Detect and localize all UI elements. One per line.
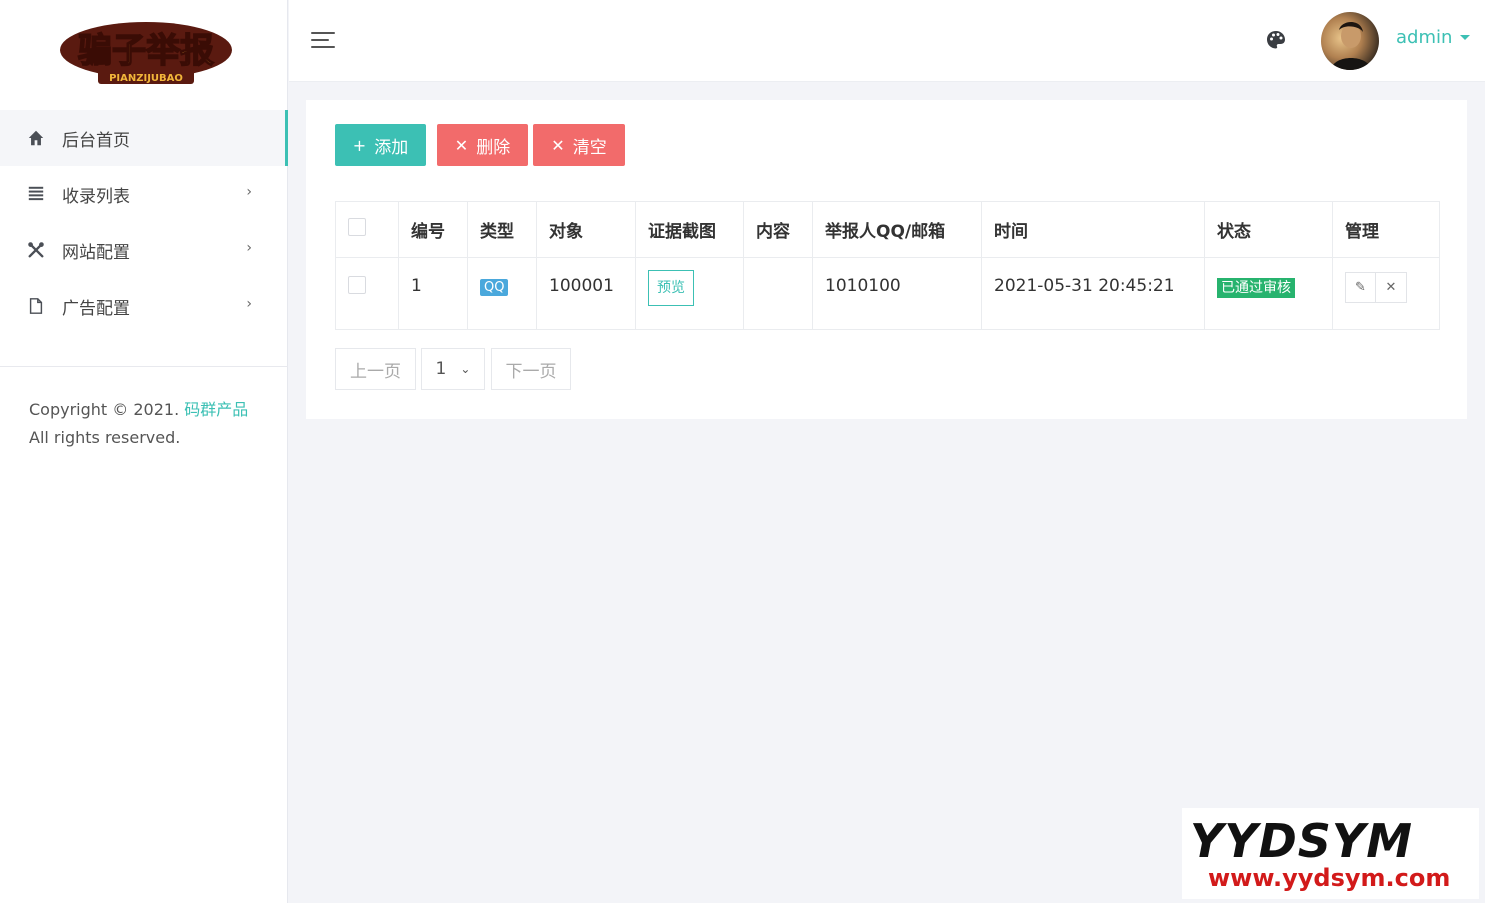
column-header-reporter[interactable]: 举报人QQ/邮箱 xyxy=(812,201,982,258)
chevron-right-icon: › xyxy=(246,184,252,200)
copyright-prefix: Copyright © 2021. xyxy=(29,400,180,419)
report-table: 编号 类型 对象 证据截图 内容 举报人QQ/邮箱 时间 状态 管理 1 QQ … xyxy=(335,201,1440,330)
hamburger-icon[interactable] xyxy=(311,30,337,50)
logo-image: 骗子举报 PIANZIJUBAO xyxy=(60,22,232,84)
avatar[interactable] xyxy=(1321,12,1379,70)
sidebar-item-label: 网站配置 xyxy=(62,242,130,263)
preview-button[interactable]: 预览 xyxy=(648,270,694,306)
clear-button-label: 清空 xyxy=(572,137,607,158)
chevron-right-icon: › xyxy=(246,240,252,256)
tools-icon xyxy=(26,240,46,260)
status-badge: 已通过审核 xyxy=(1217,278,1295,298)
column-header-type[interactable]: 类型 xyxy=(467,201,537,258)
close-icon: ✕ xyxy=(454,135,469,155)
chevron-right-icon: › xyxy=(246,296,252,312)
sidebar-item-label: 后台首页 xyxy=(62,130,130,151)
sidebar-item-label: 广告配置 xyxy=(62,298,130,319)
cell-time: 2021-05-31 20:45:21 xyxy=(981,257,1205,330)
row-checkbox[interactable] xyxy=(348,276,366,294)
sidebar: 骗子举报 PIANZIJUBAO 后台首页 收录列表 › 网站配置 › 广告配置… xyxy=(0,0,288,903)
cell-target: 100001 xyxy=(536,257,636,330)
caret-down-icon xyxy=(1460,35,1471,40)
column-header-evidence[interactable]: 证据截图 xyxy=(635,201,744,258)
sidebar-item-home[interactable]: 后台首页 xyxy=(0,110,288,166)
next-page-button[interactable]: 下一页 xyxy=(491,348,571,390)
add-button-label: 添加 xyxy=(374,137,409,158)
column-header-manage: 管理 xyxy=(1332,201,1440,258)
cell-content xyxy=(743,257,813,330)
watermark: YYDSYM www.yydsym.com xyxy=(1182,808,1479,899)
type-badge: QQ xyxy=(480,279,509,296)
watermark-url: www.yydsym.com xyxy=(1208,864,1451,892)
home-icon xyxy=(26,128,46,148)
cell-manage: ✎ ✕ xyxy=(1332,257,1440,330)
column-header-target[interactable]: 对象 xyxy=(536,201,636,258)
logo-subtitle: PIANZIJUBAO xyxy=(109,73,183,84)
sidebar-item-label: 收录列表 xyxy=(62,186,130,207)
copyright-suffix: All rights reserved. xyxy=(29,428,181,447)
prev-page-button[interactable]: 上一页 xyxy=(335,348,416,390)
plus-icon: + xyxy=(352,135,367,155)
column-header-id[interactable]: 编号 xyxy=(398,201,468,258)
delete-button[interactable]: ✕ 删除 xyxy=(437,124,528,166)
content-card: + 添加 ✕ 删除 ✕ 清空 编号 类型 对象 证据截图 内容 举报人QQ/邮箱… xyxy=(306,100,1467,419)
edit-icon[interactable]: ✎ xyxy=(1345,272,1376,303)
page-select-value: 1 xyxy=(435,359,447,379)
palette-icon[interactable] xyxy=(1265,29,1287,51)
logo-title: 骗子举报 xyxy=(78,31,214,71)
column-header-content[interactable]: 内容 xyxy=(743,201,813,258)
clear-button[interactable]: ✕ 清空 xyxy=(533,124,625,166)
close-icon: ✕ xyxy=(551,135,565,155)
column-header-status[interactable]: 状态 xyxy=(1204,201,1333,258)
select-all-checkbox[interactable] xyxy=(348,218,366,236)
file-icon xyxy=(26,296,46,316)
delete-icon[interactable]: ✕ xyxy=(1376,272,1407,303)
user-menu[interactable]: admin xyxy=(1396,27,1471,48)
row-select-cell xyxy=(335,257,399,330)
top-header: admin xyxy=(289,0,1485,82)
copyright: Copyright © 2021. 码群产品 All rights reserv… xyxy=(29,396,269,452)
sidebar-item-ad-config[interactable]: 广告配置 › xyxy=(0,278,288,334)
add-button[interactable]: + 添加 xyxy=(335,124,426,166)
cell-status: 已通过审核 xyxy=(1204,257,1333,330)
cell-reporter: 1010100 xyxy=(812,257,982,330)
copyright-link[interactable]: 码群产品 xyxy=(184,400,248,419)
brand-logo[interactable]: 骗子举报 PIANZIJUBAO xyxy=(58,20,234,86)
select-all-cell xyxy=(335,201,399,258)
sidebar-item-list[interactable]: 收录列表 › xyxy=(0,166,288,222)
cell-evidence: 预览 xyxy=(635,257,744,330)
chevron-down-icon: ⌄ xyxy=(460,362,471,376)
list-icon xyxy=(26,184,46,204)
sidebar-item-site-config[interactable]: 网站配置 › xyxy=(0,222,288,278)
table-row: 1 QQ 100001 预览 1010100 2021-05-31 20:45:… xyxy=(335,257,1440,330)
cell-id: 1 xyxy=(398,257,468,330)
page-select[interactable]: 1 ⌄ xyxy=(421,348,485,390)
column-header-time[interactable]: 时间 xyxy=(981,201,1205,258)
delete-button-label: 删除 xyxy=(476,137,511,158)
username-label: admin xyxy=(1396,27,1453,48)
row-actions: ✎ ✕ xyxy=(1345,272,1407,303)
cell-type: QQ xyxy=(467,257,537,330)
sidebar-divider xyxy=(0,366,288,367)
table-header-row: 编号 类型 对象 证据截图 内容 举报人QQ/邮箱 时间 状态 管理 xyxy=(335,201,1440,258)
watermark-title: YYDSYM xyxy=(1190,814,1414,868)
sidebar-menu: 后台首页 收录列表 › 网站配置 › 广告配置 › xyxy=(0,110,288,334)
